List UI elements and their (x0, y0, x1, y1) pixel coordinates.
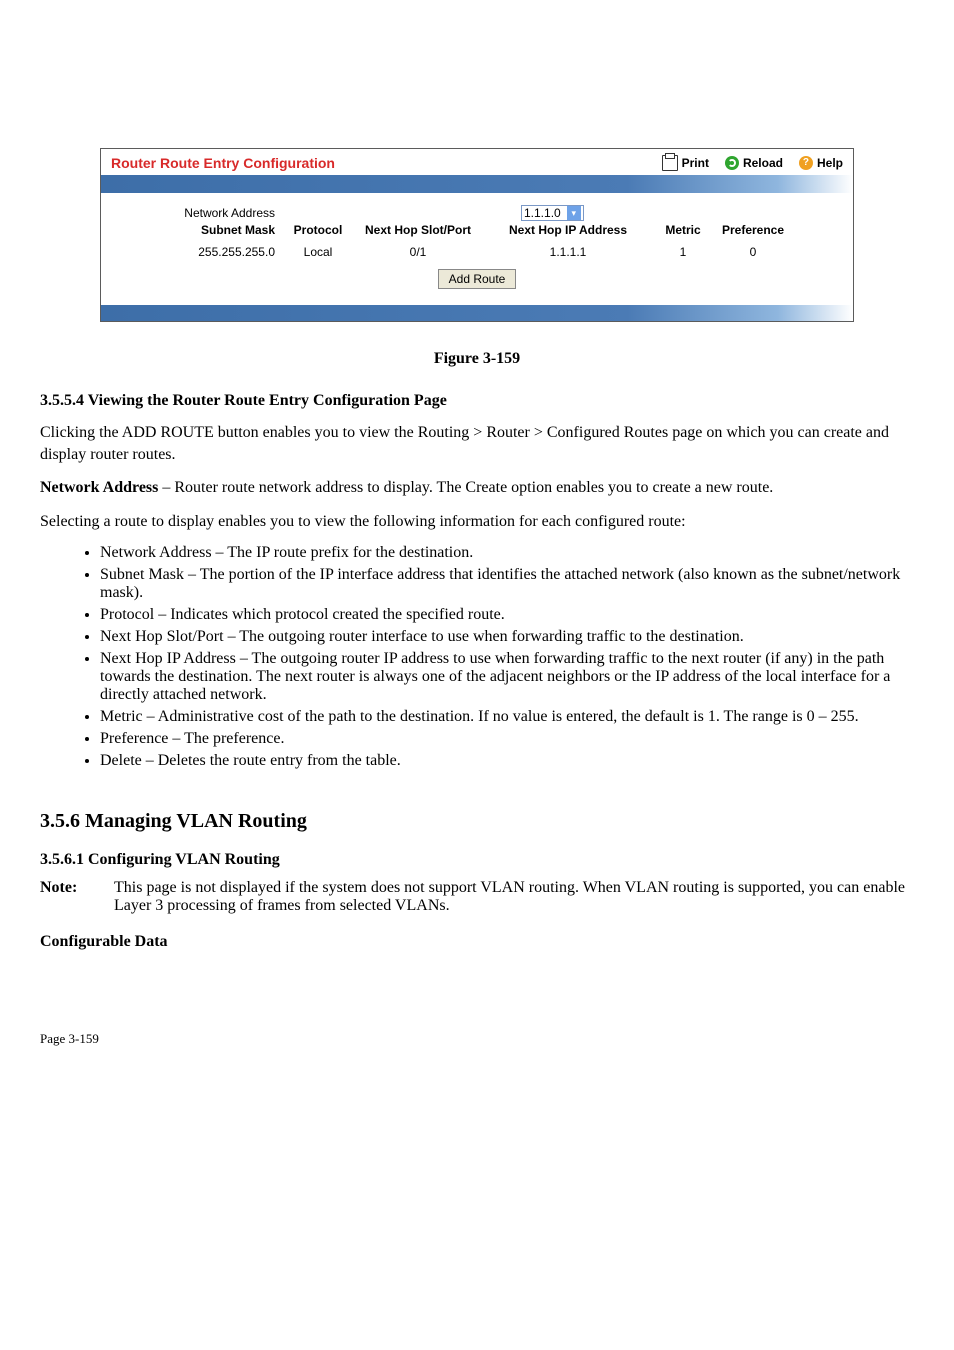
network-address-value: 1.1.1.0 (524, 206, 561, 220)
intro-paragraph: Clicking the ADD ROUTE button enables yo… (40, 422, 914, 465)
bullet-item: Preference – The preference. (100, 730, 914, 748)
cell-preference: 0 (713, 245, 793, 259)
panel-title: Router Route Entry Configuration (111, 155, 662, 171)
note-label: Note: (40, 879, 110, 897)
network-address-label: Network Address (125, 206, 283, 220)
cell-next-ip: 1.1.1.1 (483, 245, 653, 259)
reload-label: Reload (743, 156, 783, 170)
figure-caption: Figure 3-159 (40, 350, 914, 368)
bullet-item: Delete – Deletes the route entry from th… (100, 752, 914, 770)
bullet-item: Next Hop Slot/Port – The outgoing router… (100, 628, 914, 646)
col-protocol: Protocol (283, 223, 353, 237)
bullet-item: Network Address – The IP route prefix fo… (100, 544, 914, 562)
cell-metric: 1 (653, 245, 713, 259)
footer-bar (101, 305, 853, 321)
help-button[interactable]: ? Help (799, 155, 843, 171)
field-bullet-list: Network Address – The IP route prefix fo… (100, 544, 914, 770)
reload-button[interactable]: Reload (725, 155, 783, 171)
bullet-item: Next Hop IP Address – The outgoing route… (100, 650, 914, 704)
netaddr-term: Network Address (40, 479, 158, 496)
table-header-row: Subnet Mask Protocol Next Hop Slot/Port … (125, 223, 829, 237)
select-intro: Selecting a route to display enables you… (40, 511, 914, 533)
route-entry-panel: Router Route Entry Configuration Print R… (100, 148, 854, 322)
help-label: Help (817, 156, 843, 170)
print-label: Print (682, 156, 709, 170)
reload-icon (725, 156, 739, 170)
print-icon (662, 155, 678, 171)
bullet-item: Protocol – Indicates which protocol crea… (100, 606, 914, 624)
section-heading: 3.5.5.4 Viewing the Router Route Entry C… (40, 392, 914, 410)
col-next-ip: Next Hop IP Address (483, 223, 653, 237)
chevron-down-icon: ▾ (567, 206, 581, 220)
divider-bar (101, 175, 853, 193)
note-body: This page is not displayed if the system… (114, 879, 908, 915)
cell-subnet-mask: 255.255.255.0 (125, 245, 283, 259)
col-preference: Preference (713, 223, 793, 237)
network-address-select[interactable]: 1.1.1.0 ▾ (521, 205, 584, 221)
panel-header: Router Route Entry Configuration Print R… (101, 149, 853, 175)
netaddr-description: Network Address – Router route network a… (40, 477, 914, 499)
note-block: Note: This page is not displayed if the … (40, 879, 914, 915)
bullet-item: Subnet Mask – The portion of the IP inte… (100, 566, 914, 602)
col-next-hop: Next Hop Slot/Port (353, 223, 483, 237)
col-subnet-mask: Subnet Mask (125, 223, 283, 237)
bullet-item: Metric – Administrative cost of the path… (100, 708, 914, 726)
sub-heading: 3.5.6.1 Configuring VLAN Routing (40, 851, 914, 869)
print-button[interactable]: Print (662, 155, 709, 171)
netaddr-rest: – Router route network address to displa… (158, 479, 773, 496)
add-route-button[interactable]: Add Route (438, 269, 517, 289)
h2-heading: 3.5.6 Managing VLAN Routing (40, 810, 914, 833)
cell-next-hop: 0/1 (353, 245, 483, 259)
cell-protocol: Local (283, 245, 353, 259)
help-icon: ? (799, 156, 813, 170)
col-metric: Metric (653, 223, 713, 237)
sub-heading-2: Configurable Data (40, 933, 914, 951)
footer-left: Page 3-159 (40, 1031, 99, 1047)
table-data-row: 255.255.255.0 Local 0/1 1.1.1.1 1 0 (125, 245, 829, 259)
